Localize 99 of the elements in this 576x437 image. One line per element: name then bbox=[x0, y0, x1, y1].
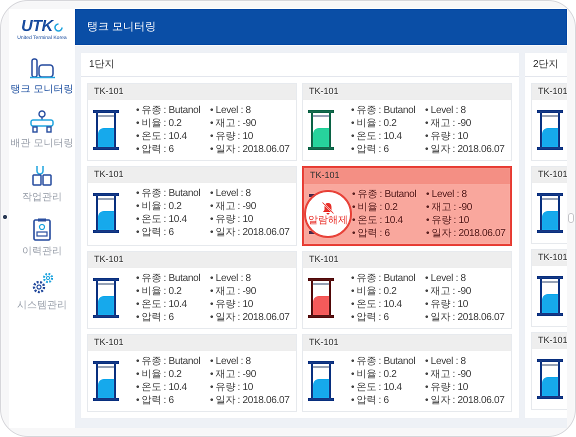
tank-info: • 압력 : 6 bbox=[351, 143, 390, 156]
tank-info: • 유량 : 10 bbox=[210, 381, 254, 394]
tank-info: • 비율 : 0.2 bbox=[136, 117, 183, 130]
tank-info: • 온도 : 10.4 bbox=[351, 130, 403, 143]
tank-info: • Level : 8 bbox=[210, 104, 252, 117]
tank-info: • 재고 : -90 bbox=[210, 368, 258, 381]
panel-title: 2단지 bbox=[533, 58, 559, 72]
tank-info: • 온도 : 10.4 bbox=[351, 381, 403, 394]
tank-info: • 유량 : 10 bbox=[210, 130, 254, 143]
tank-info: • 유량 : 10 bbox=[425, 298, 470, 311]
tank-card[interactable]: TK-101 bbox=[531, 332, 567, 410]
tank-info: • 비율 : 0.2 bbox=[351, 368, 398, 381]
tank-info: • 유종 : Butanol bbox=[351, 104, 416, 117]
tank-info: • 온도 : 10.4 bbox=[136, 298, 188, 311]
tank-label: TK-101 bbox=[309, 336, 339, 350]
page-title: 탱크 모니터링 bbox=[87, 20, 156, 35]
tank-info: • 유종 : Butanol bbox=[136, 187, 202, 200]
tank-label: TK-101 bbox=[538, 85, 567, 98]
tank-info: • 비율 : 0.2 bbox=[352, 201, 399, 214]
alarm-tank-card[interactable]: TK-101 • 유종 : Butanol • 비율 : 0.2 • 온도 : 10.4 • 압력 : 6 • Level : 8 • 재고 : -90 • 유량 : 10 • 일자 : 2018.06.07 알람해제 bbox=[302, 166, 512, 246]
tank-info: • 비율 : 0.2 bbox=[351, 117, 398, 130]
tank-label: TK-101 bbox=[94, 336, 124, 350]
tank-info: • 비율 : 0.2 bbox=[136, 285, 183, 298]
tank-info: • 일자 : 2018.06.07 bbox=[210, 143, 290, 156]
pipes-icon bbox=[29, 109, 55, 133]
panel-title: 1단지 bbox=[89, 58, 115, 72]
tank-card[interactable]: TK-101 bbox=[531, 83, 567, 161]
tank-label: TK-101 bbox=[309, 253, 339, 266]
tank-info: • 재고 : -90 bbox=[210, 285, 258, 298]
tank-info: • 압력 : 6 bbox=[136, 311, 175, 324]
tank-info: • 일자 : 2018.06.07 bbox=[426, 227, 506, 240]
tank-info: • 재고 : -90 bbox=[425, 117, 472, 130]
tank-info: • 재고 : -90 bbox=[210, 117, 258, 130]
tank-info: • 유종 : Butanol bbox=[136, 272, 202, 285]
tank-label: TK-101 bbox=[94, 168, 124, 182]
tank-card[interactable]: TK-101 bbox=[531, 166, 567, 244]
tank-info: • 유종 : Butanol bbox=[351, 355, 416, 368]
tank-info: • 유량 : 10 bbox=[425, 381, 470, 394]
tank-info: • 일자 : 2018.06.07 bbox=[425, 311, 505, 324]
tank-card[interactable]: TK-101 • 유종 : Butanol • 비율 : 0.2 • 온도 : 10.4 • 압력 : 6 • Level : 8 • 재고 : -90 • 유량 : 10 • 일자 : 2018.06.07 bbox=[87, 166, 297, 246]
tank-label: TK-101 bbox=[538, 168, 567, 182]
tank-info: • Level : 8 bbox=[426, 188, 468, 201]
tank-label: TK-101 bbox=[538, 251, 567, 264]
tank-info: • 온도 : 10.4 bbox=[136, 381, 188, 394]
tank-info: • 유종 : Butanol bbox=[136, 104, 202, 117]
tank-info: • 일자 : 2018.06.07 bbox=[425, 394, 505, 407]
tank-info: • Level : 8 bbox=[210, 187, 252, 200]
tank-card[interactable]: TK-101 • 유종 : Butanol • 비율 : 0.2 • 온도 : 10.4 • 압력 : 6 • Level : 8 • 재고 : -90 • 유량 : 10 • 일자 : 2018.06.07 bbox=[87, 251, 297, 329]
logo-text: UTK bbox=[21, 19, 53, 35]
tank-info: • 유량 : 10 bbox=[210, 213, 254, 226]
tank-info: • Level : 8 bbox=[425, 355, 467, 368]
tank-info: • 일자 : 2018.06.07 bbox=[210, 226, 290, 239]
bell-slash-icon bbox=[321, 201, 335, 215]
tank-info: • Level : 8 bbox=[425, 104, 467, 117]
tank-info: • 재고 : -90 bbox=[425, 368, 472, 381]
tank-info: • 온도 : 10.4 bbox=[352, 214, 404, 227]
tank-info: • Level : 8 bbox=[425, 272, 467, 285]
tank-info: • 일자 : 2018.06.07 bbox=[210, 394, 290, 407]
tank-label: TK-101 bbox=[310, 169, 340, 182]
tank-info: • 온도 : 10.4 bbox=[136, 213, 188, 226]
tank-info: • 유종 : Butanol bbox=[351, 272, 416, 285]
tank-info: • 압력 : 6 bbox=[351, 394, 390, 407]
tank-card[interactable]: TK-101 • 유종 : Butanol • 비율 : 0.2 • 온도 : 10.4 • 압력 : 6 • Level : 8 • 재고 : -90 • 유량 : 10 • 일자 : 2018.06.07 bbox=[302, 251, 512, 329]
tank-info: • 유량 : 10 bbox=[426, 214, 470, 227]
tank-info: • 유종 : Butanol bbox=[136, 355, 202, 368]
tank-info: • Level : 8 bbox=[210, 355, 252, 368]
tank-info: • 압력 : 6 bbox=[352, 227, 391, 240]
tank-info: • 재고 : -90 bbox=[425, 285, 472, 298]
tank-info: • 비율 : 0.2 bbox=[351, 285, 398, 298]
tank-info: • 비율 : 0.2 bbox=[136, 200, 183, 213]
tank-info: • 비율 : 0.2 bbox=[136, 368, 183, 381]
tank-info: • 유량 : 10 bbox=[210, 298, 254, 311]
sidebar-item[interactable]: 탱크 모니터링 bbox=[10, 55, 74, 97]
tank-card[interactable]: TK-101 • 유종 : Butanol • 비율 : 0.2 • 온도 : 10.4 • 압력 : 6 • Level : 8 • 재고 : -90 • 유량 : 10 • 일자 : 2018.06.07 bbox=[302, 334, 512, 412]
tank-info: • 일자 : 2018.06.07 bbox=[210, 311, 290, 324]
tank-info: • 일자 : 2018.06.07 bbox=[425, 143, 505, 156]
tank-info: • 압력 : 6 bbox=[136, 226, 175, 239]
tank-info: • 유량 : 10 bbox=[425, 130, 470, 143]
tank-info: • 재고 : -90 bbox=[426, 201, 474, 214]
tank-label: TK-101 bbox=[94, 85, 124, 98]
home-button[interactable] bbox=[568, 213, 574, 223]
tank-card[interactable]: TK-101 bbox=[531, 249, 567, 327]
camera-icon bbox=[3, 215, 7, 219]
tank-info: • 유종 : Butanol bbox=[352, 188, 418, 201]
tank-label: TK-101 bbox=[538, 334, 567, 348]
tank-info: • Level : 8 bbox=[210, 272, 252, 285]
tank-card[interactable]: TK-101 • 유종 : Butanol • 비율 : 0.2 • 온도 : 10.4 • 압력 : 6 • Level : 8 • 재고 : -90 • 유량 : 10 • 일자 : 2018.06.07 bbox=[302, 83, 512, 161]
tank-card[interactable]: TK-101 • 유종 : Butanol • 비율 : 0.2 • 온도 : 10.4 • 압력 : 6 • Level : 8 • 재고 : -90 • 유량 : 10 • 일자 : 2018.06.07 bbox=[87, 334, 297, 412]
tank-label: TK-101 bbox=[309, 85, 339, 98]
alarm-release-button[interactable]: 알람해제 bbox=[304, 190, 352, 238]
tank-info: • 온도 : 10.4 bbox=[136, 130, 188, 143]
tank-card[interactable]: TK-101 • 유종 : Butanol • 비율 : 0.2 • 온도 : 10.4 • 압력 : 6 • Level : 8 • 재고 : -90 • 유량 : 10 • 일자 : 2018.06.07 bbox=[87, 83, 297, 161]
tank-info: • 온도 : 10.4 bbox=[351, 298, 403, 311]
tank-info: • 압력 : 6 bbox=[351, 311, 390, 324]
tank-label: TK-101 bbox=[94, 253, 124, 266]
logo-swirl-icon bbox=[54, 22, 63, 32]
tank-info: • 재고 : -90 bbox=[210, 200, 258, 213]
tank-info: • 압력 : 6 bbox=[136, 394, 175, 407]
tank-info: • 압력 : 6 bbox=[136, 143, 175, 156]
